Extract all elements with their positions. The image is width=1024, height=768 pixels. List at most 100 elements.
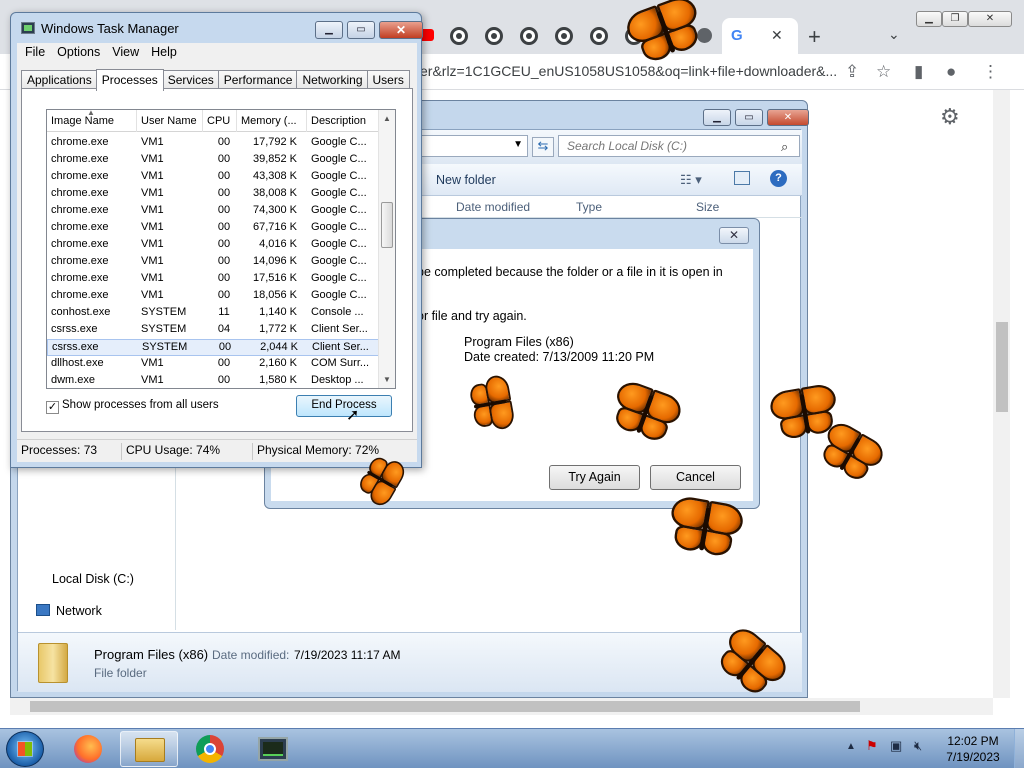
scrollbar-thumb[interactable] [996,322,1008,412]
column-date-modified[interactable]: Date modified [456,200,530,214]
process-row[interactable]: csrss.exe SYSTEM 04 1,772 K Client Ser... [47,322,379,339]
preview-pane-icon[interactable] [734,171,750,185]
process-row[interactable]: chrome.exe VM1 00 17,792 K Google C... [47,135,379,152]
process-row[interactable]: conhost.exe SYSTEM 11 1,140 K Console ... [47,305,379,322]
process-row[interactable]: chrome.exe VM1 00 39,852 K Google C... [47,152,379,169]
process-list-scrollbar[interactable]: ▲ ▼ [378,110,395,388]
process-row[interactable]: dllhost.exe VM1 00 2,160 K COM Surr... [47,356,379,373]
tab-applications[interactable]: Applications [21,70,98,89]
menu-options[interactable]: Options [49,43,100,59]
chrome-tab-icon[interactable] [520,27,538,45]
clock-date: 7/19/2023 [946,750,1000,764]
chrome-tab-icon[interactable] [590,27,608,45]
process-row[interactable]: chrome.exe VM1 00 38,008 K Google C... [47,186,379,203]
settings-gear-icon[interactable]: ⚙ [940,104,960,130]
menu-kebab-icon[interactable]: ⋮ [982,62,999,82]
menu-view[interactable]: View [104,43,139,59]
column-size[interactable]: Size [696,200,719,214]
menu-file[interactable]: File [17,43,45,59]
scroll-down-icon[interactable]: ▼ [383,375,391,384]
maximize-button[interactable]: ▭ [347,21,375,39]
chrome-restore-button[interactable]: ❐ [942,11,968,27]
address-dropdown-icon[interactable]: ▼ [513,139,523,150]
process-row[interactable]: dwm.exe VM1 00 1,580 K Desktop ... [47,373,379,388]
show-desktop-button[interactable] [1014,729,1024,768]
chrome-tab-icon[interactable] [450,27,468,45]
views-icon[interactable]: ☷ ▾ [680,172,702,188]
process-cell-image: dwm.exe [51,374,96,386]
close-button[interactable]: ✕ [379,21,423,39]
process-row[interactable]: chrome.exe VM1 00 74,300 K Google C... [47,203,379,220]
action-center-icon[interactable]: ⚑ [866,738,878,754]
tab-close-icon[interactable]: ✕ [771,27,783,44]
start-button[interactable] [6,731,44,767]
process-row[interactable]: chrome.exe VM1 00 4,016 K Google C... [47,237,379,254]
search-input[interactable]: Search Local Disk (C:) [558,135,800,157]
dialog-close-button[interactable]: ✕ [719,227,749,244]
volume-muted-icon[interactable]: 🔇︎ [914,738,922,754]
tab-performance[interactable]: Performance [217,70,299,89]
process-cell-desc: Desktop ... [311,374,364,386]
active-tab[interactable]: G ✕ [722,18,798,54]
tab-search-icon[interactable]: ⌄ [888,26,900,43]
chrome-tab-icon[interactable] [485,27,503,45]
column-description[interactable]: Description [307,110,379,132]
process-cell-cpu: 00 [217,170,231,182]
chrome-tab-icon[interactable] [555,27,573,45]
profile-icon[interactable]: ● [946,62,956,82]
network-tray-icon[interactable]: ▣ [890,738,902,754]
process-list[interactable]: Image Name User Name CPU Memory (... Des… [46,109,396,389]
taskbar-chrome[interactable] [182,731,240,767]
taskbar-firefox[interactable] [60,731,118,767]
explorer-maximize-button[interactable]: ▭ [735,109,763,126]
checkbox-checked-icon[interactable]: ✓ [46,401,59,414]
process-row[interactable]: chrome.exe VM1 00 43,308 K Google C... [47,169,379,186]
tab-networking[interactable]: Networking [296,70,369,89]
nav-item-local-disk[interactable]: Local Disk (C:) [52,572,134,586]
process-row[interactable]: chrome.exe VM1 00 67,716 K Google C... [47,220,379,237]
tray-clock[interactable]: 12:02 PM 7/19/2023 [934,733,1012,765]
process-row[interactable]: chrome.exe VM1 00 18,056 K Google C... [47,288,379,305]
show-all-users-checkbox[interactable]: ✓ Show processes from all users [46,399,219,414]
try-again-button[interactable]: Try Again [549,465,640,490]
help-icon[interactable]: ? [770,170,787,187]
menu-help[interactable]: Help [143,43,177,59]
chrome-horizontal-scrollbar[interactable] [10,698,993,715]
cancel-button[interactable]: Cancel [650,465,741,490]
tab-processes[interactable]: Processes [95,69,164,91]
tab-users[interactable]: Users [366,70,410,89]
status-physical-memory: Physical Memory: 72% [252,443,379,460]
explorer-close-button[interactable]: ✕ [767,109,809,126]
column-user-name[interactable]: User Name [137,110,203,132]
new-tab-button[interactable]: + [808,24,821,50]
end-process-button[interactable]: End Process [296,395,392,417]
column-cpu[interactable]: CPU [203,110,237,132]
column-memory[interactable]: Memory (... [237,110,307,132]
tab-services[interactable]: Services [161,70,220,89]
share-icon[interactable]: ⇪ [845,62,859,82]
chrome-close-button[interactable]: ✕ [968,11,1012,27]
chrome-minimize-button[interactable]: ▁ [916,11,942,27]
scroll-up-icon[interactable]: ▲ [383,114,391,123]
process-row[interactable]: chrome.exe VM1 00 14,096 K Google C... [47,254,379,271]
minimize-button[interactable]: ▁ [315,21,343,39]
new-folder-button[interactable]: New folder [436,173,496,187]
search-icon[interactable]: ⌕ [781,139,788,155]
chrome-vertical-scrollbar[interactable] [993,90,1010,698]
taskbar-task-manager[interactable] [244,731,302,767]
tray-overflow-icon[interactable]: ▲ [846,741,856,752]
bookmark-star-icon[interactable]: ☆ [876,62,891,82]
column-type[interactable]: Type [576,200,602,214]
process-cell-mem: 67,716 K [252,221,297,233]
side-panel-icon[interactable]: ▮ [914,62,923,82]
process-row[interactable]: csrss.exe SYSTEM 00 2,044 K Client Ser... [47,339,379,356]
window-title: Windows Task Manager [41,21,179,36]
explorer-minimize-button[interactable]: ▁ [703,109,731,126]
nav-item-network[interactable]: Network [36,604,102,618]
scrollbar-thumb[interactable] [381,202,393,248]
address-bar[interactable]: er&rlz=1C1GCEU_enUS1058US1058&oq=link+fi… [420,63,840,79]
process-row[interactable]: chrome.exe VM1 00 17,516 K Google C... [47,271,379,288]
refresh-icon[interactable]: ⇆ [532,137,554,157]
taskbar-explorer[interactable] [120,731,178,767]
scrollbar-thumb[interactable] [30,701,860,712]
